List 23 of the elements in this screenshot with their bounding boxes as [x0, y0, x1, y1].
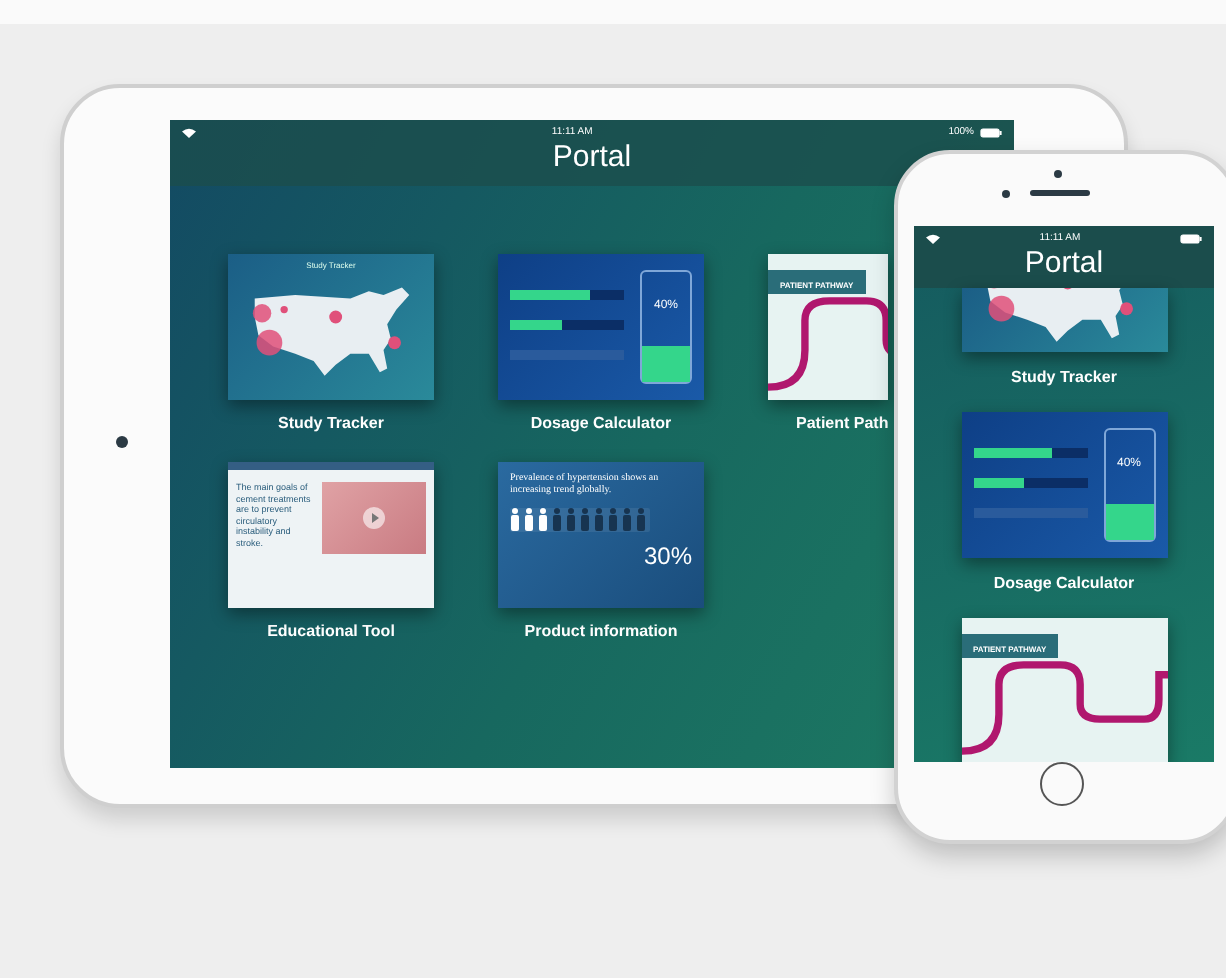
tile-label: Product information: [524, 622, 678, 642]
camera-dot: [1002, 190, 1010, 198]
tile-label: Educational Tool: [267, 622, 395, 642]
page-title: Portal: [552, 140, 632, 174]
liquid-fill: [1105, 504, 1153, 540]
battery-icon: [980, 127, 1002, 137]
camera-dot: [1054, 170, 1062, 178]
wifi-icon: [926, 233, 940, 243]
page-title: Portal: [1024, 246, 1104, 280]
speaker-slot: [1030, 190, 1090, 196]
tile-label: Study Tracker: [1011, 368, 1117, 388]
play-icon: [362, 506, 386, 530]
tile-label: Dosage Calculator: [993, 574, 1135, 594]
liquid-fill: [642, 346, 690, 382]
tile-label: Study Tracker: [278, 414, 384, 434]
tile-label: Dosage Calculator: [530, 414, 672, 434]
percentage-value: 30%: [643, 542, 692, 570]
pathway-drawing: [768, 296, 888, 392]
tile-label: Patient Path: [794, 414, 889, 434]
home-button[interactable]: [1040, 762, 1084, 806]
camera-dot: [116, 436, 128, 448]
wifi-icon: [182, 127, 196, 137]
battery-icon: [1179, 233, 1202, 243]
